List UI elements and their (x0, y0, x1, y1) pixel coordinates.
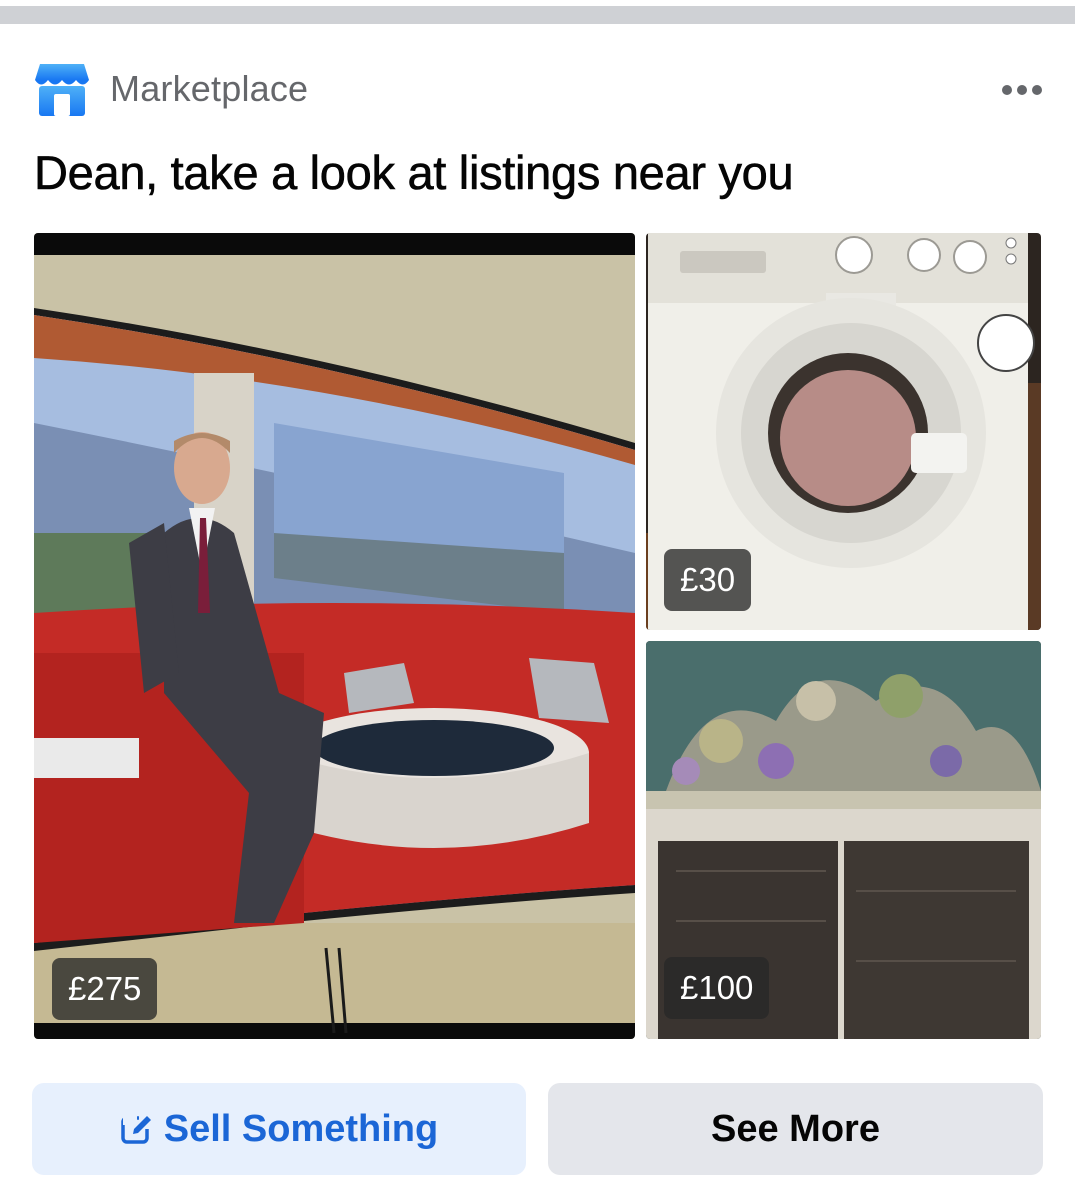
see-more-label: See More (711, 1107, 880, 1150)
sell-something-button[interactable]: Sell Something (32, 1083, 526, 1175)
price-badge-tv: £275 (52, 958, 158, 1020)
listing-tile-washing-machine[interactable]: £30 (646, 233, 1041, 630)
edit-icon (121, 1115, 153, 1144)
card-header: Marketplace (34, 62, 308, 116)
more-horizontal-icon (1002, 85, 1012, 95)
see-more-button[interactable]: See More (548, 1083, 1043, 1175)
marketplace-brand-label: Marketplace (110, 68, 309, 109)
listing-tile-aquarium[interactable]: £100 (646, 641, 1041, 1039)
sell-something-label: Sell Something (163, 1107, 439, 1150)
listing-photo-tv (34, 233, 635, 1039)
top-divider (0, 0, 1075, 26)
more-dot (1032, 85, 1042, 95)
more-dot (1017, 85, 1027, 95)
price-badge-washing-machine: £30 (664, 549, 752, 611)
more-options-button[interactable] (996, 78, 1048, 102)
price-badge-aquarium: £100 (664, 957, 770, 1019)
card-headline: Dean, take a look at listings near you (34, 146, 794, 200)
listing-tile-tv[interactable]: £275 (34, 233, 635, 1039)
marketplace-shop-icon (35, 64, 89, 116)
